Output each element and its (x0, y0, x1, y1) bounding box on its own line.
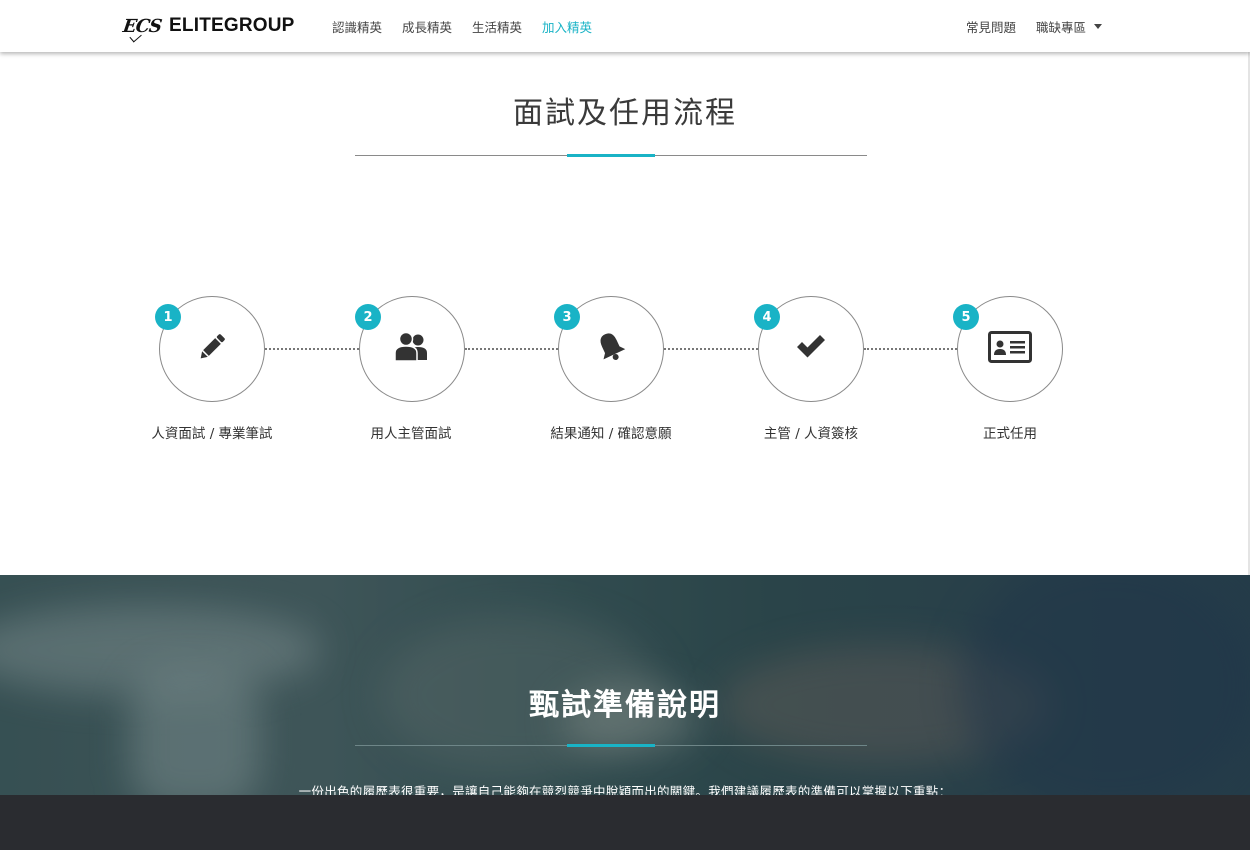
prep-title-divider (355, 744, 867, 747)
users-icon (392, 330, 432, 368)
caret-down-icon (1094, 23, 1102, 29)
step-label: 正式任用 (983, 426, 1037, 442)
pencil-icon (195, 330, 229, 368)
process-steps: 1 人資面試 / 專業筆試 2 用人主管面試 3 結果通知 / 確認意願 4 主… (0, 0, 1250, 575)
step-connector (864, 348, 957, 350)
step-label: 主管 / 人資簽核 (763, 426, 859, 442)
step-label: 用人主管面試 (370, 426, 452, 442)
main-nav: 認識精英 成長精英 生活精英 加入精英 (332, 0, 612, 52)
nav-item-growth[interactable]: 成長精英 (402, 17, 452, 36)
nav-item-about[interactable]: 認識精英 (332, 17, 382, 36)
bell-icon (593, 329, 629, 369)
nav-item-faq[interactable]: 常見問題 (966, 17, 1016, 36)
prep-title: 甄試準備說明 (529, 688, 721, 723)
ecs-logo[interactable]: ECS ELITEGROUP (121, 14, 295, 38)
step-number-badge: 2 (355, 304, 381, 330)
step-number-badge: 3 (554, 304, 580, 330)
step-number-badge: 4 (754, 304, 780, 330)
step-label: 結果通知 / 確認意願 (550, 426, 672, 442)
jobs-label: 職缺專區 (1035, 19, 1086, 35)
step-connector (465, 348, 558, 350)
nav-item-life[interactable]: 生活精英 (472, 17, 522, 36)
nav-item-join[interactable]: 加入精英 (542, 17, 592, 36)
logo-text: ELITEGROUP (169, 15, 295, 36)
step-label: 人資面試 / 專業筆試 (151, 426, 273, 442)
footer-bar (0, 795, 1250, 850)
step-connector (265, 348, 359, 350)
nav-item-jobs-dropdown[interactable]: 職缺專區 (1036, 17, 1102, 36)
top-navbar: ECS ELITEGROUP 認識精英 成長精英 生活精英 加入精英 常見問題 … (0, 0, 1250, 52)
secondary-nav: 常見問題 職缺專區 (946, 0, 1102, 52)
id-card-icon (988, 331, 1032, 367)
step-number-badge: 1 (155, 304, 181, 330)
logo-mark: ECS (121, 15, 163, 37)
step-number-badge: 5 (953, 304, 979, 330)
divider-accent (567, 744, 655, 747)
check-icon (794, 333, 828, 365)
step-connector (664, 348, 758, 350)
